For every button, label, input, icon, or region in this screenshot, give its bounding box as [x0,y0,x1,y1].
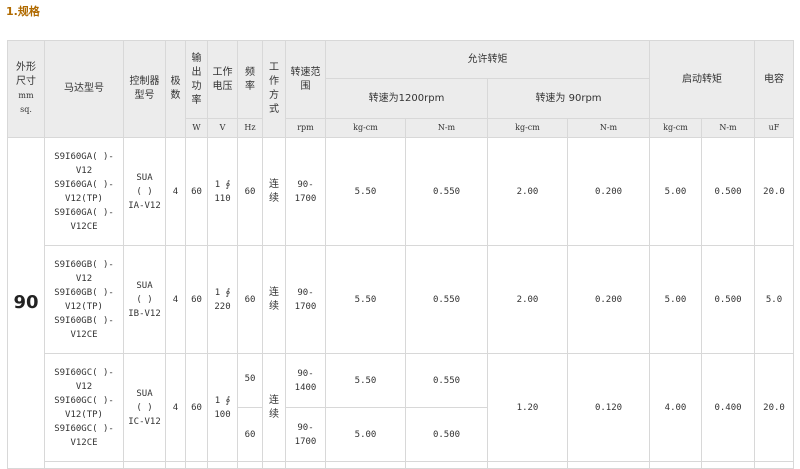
speed-cell: 90- 1400 [285,353,326,408]
voltage-cell: 1 ∮ 220 [207,245,238,354]
model-cell: S9I60GB( )- V12 S9I60GB( )- V12(TP) S9I6… [44,245,124,354]
frequency-cell: 50 [237,353,263,408]
header-start-torque: 启动转矩 [649,40,755,119]
table-row: 90 S9I60GA( )- V12 S9I60GA( )- V12(TP) S… [7,137,794,469]
spec-table: 外形 尺寸 mm sq. 马达型号 控制器 型号 极 数 输 出 功 率 工作 [7,40,794,469]
header-mode: 工 作 方 式 [262,40,286,138]
header-speed-90: 转速为 90rpm [487,78,650,119]
output-cell: 60 [185,245,208,354]
output-cell: 60 [185,137,208,246]
size-cell: 90 [7,137,45,469]
unit-voltage: V [207,118,238,138]
header-frequency: 频 率 [237,40,263,119]
t1200-nm-cell: 0.550 [405,353,488,408]
poles-cell: 4 [165,245,186,354]
t90-kgcm-cell: 2.00 [487,137,568,246]
model-cell: S9I60GC( )- V12 S9I60GC( )- V12(TP) S9I6… [44,353,124,462]
t1200-kgcm-cell: 5.50 [325,353,406,408]
start-nm-cell: 0.400 [701,353,755,462]
unit-speed: rpm [285,118,326,138]
header-capacitor: 电容 [754,40,794,119]
section-title: 1.规格 [6,5,40,18]
t90-nm-cell: 0.200 [567,245,650,354]
start-kgcm-cell: 5.00 [649,245,702,354]
t1200-kgcm-cell: 5.50 [325,137,406,246]
unit-t90-nm: N-m [567,118,650,138]
poles-cell: 4 [165,137,186,246]
header-model: 马达型号 [44,40,124,138]
frequency-cell: 60 [237,407,263,462]
t1200-nm-cell: 0.550 [405,137,488,246]
unit-start-nm: N-m [701,118,755,138]
frequency-cell: 60 [237,137,263,246]
start-kgcm-cell: 5.00 [649,137,702,246]
t1200-nm-cell: 0.550 [405,245,488,354]
model-cell: S9I60GA( )- V12 S9I60GA( )- V12(TP) S9I6… [44,137,124,246]
t90-kgcm-cell: 2.00 [487,245,568,354]
header-speed-range: 转速范 围 [285,40,326,119]
header-allowed-torque: 允许转矩 [325,40,650,79]
unit-start-kgcm: kg-cm [649,118,702,138]
output-cell: 60 [185,353,208,462]
mode-cell: 连 续 [262,137,286,246]
unit-capacitor: uF [754,118,794,138]
unit-t1200-nm: N-m [405,118,488,138]
t1200-kgcm-cell: 5.00 [325,407,406,462]
frequency-cell: 60 [237,245,263,354]
start-kgcm-cell: 4.00 [649,353,702,462]
start-nm-cell: 0.500 [701,245,755,354]
table-row: S9I60GB( )- V12 S9I60GB( )- V12(TP) S9I6… [8,245,794,354]
header-poles: 极 数 [165,40,186,138]
mode-cell: 连 续 [262,245,286,354]
controller-cell: SUA ( ) IB-V12 [123,245,166,354]
table-row-cut [8,461,794,469]
mode-cell: 连 续 [262,353,286,462]
unit-output: W [185,118,208,138]
header-output: 输 出 功 率 [185,40,208,119]
t1200-kgcm-cell: 5.50 [325,245,406,354]
header-speed-1200: 转速为1200rpm [325,78,488,119]
unit-t90-kgcm: kg-cm [487,118,568,138]
voltage-cell: 1 ∮ 100 [207,353,238,462]
table-row: S9I60GC( )- V12 S9I60GC( )- V12(TP) S9I6… [8,353,794,462]
speed-cell: 90- 1700 [285,407,326,462]
header-controller: 控制器 型号 [123,40,166,138]
poles-cell: 4 [165,353,186,462]
t1200-nm-cell: 0.500 [405,407,488,462]
capacitor-cell: 20.0 [754,353,794,462]
unit-t1200-kgcm: kg-cm [325,118,406,138]
voltage-cell: 1 ∮ 110 [207,137,238,246]
speed-cell: 90- 1700 [285,245,326,354]
header-size: 外形 尺寸 mm sq. [7,40,45,138]
unit-frequency: Hz [237,118,263,138]
controller-cell: SUA ( ) IA-V12 [123,137,166,246]
capacitor-cell: 20.0 [754,137,794,246]
controller-cell: SUA ( ) IC-V12 [123,353,166,462]
start-nm-cell: 0.500 [701,137,755,246]
header-voltage: 工作 电压 [207,40,238,119]
t90-nm-cell: 0.120 [567,353,650,462]
t90-kgcm-cell: 1.20 [487,353,568,462]
capacitor-cell: 5.0 [754,245,794,354]
t90-nm-cell: 0.200 [567,137,650,246]
speed-cell: 90- 1700 [285,137,326,246]
